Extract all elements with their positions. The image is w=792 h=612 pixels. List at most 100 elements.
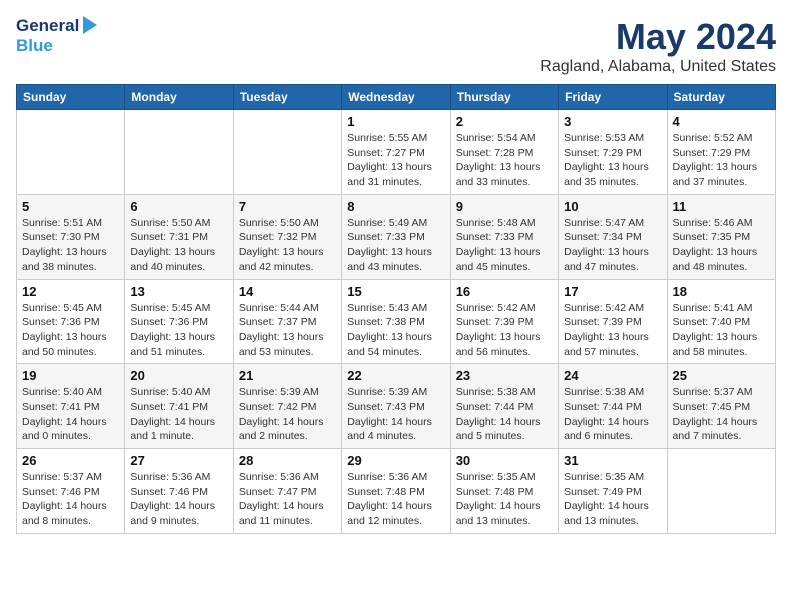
calendar-cell: 22 Sunrise: 5:39 AM Sunset: 7:43 PM Dayli… [342,364,450,449]
day-number: 3 [564,114,661,129]
logo-arrow-icon [83,16,97,34]
calendar-cell [233,110,341,195]
calendar-cell: 4 Sunrise: 5:52 AM Sunset: 7:29 PM Daylig… [667,110,775,195]
calendar-cell: 31Sunrise: 5:35 AM Sunset: 7:49 PM Dayli… [559,449,667,534]
logo-blue-text: Blue [16,36,53,56]
day-info: Sunrise: 5:49 AM Sunset: 7:33 PM Dayligh… [347,216,444,275]
day-info: Sunrise: 5:40 AM Sunset: 7:41 PM Dayligh… [22,385,119,444]
calendar-cell: 11Sunrise: 5:46 AM Sunset: 7:35 PM Dayli… [667,194,775,279]
page-title: May 2024 [540,16,776,58]
day-number: 5 [22,199,119,214]
day-info: Sunrise: 5:52 AM Sunset: 7:29 PM Dayligh… [673,131,770,190]
calendar-cell: 13Sunrise: 5:45 AM Sunset: 7:36 PM Dayli… [125,279,233,364]
day-info: Sunrise: 5:37 AM Sunset: 7:45 PM Dayligh… [673,385,770,444]
day-info: Sunrise: 5:47 AM Sunset: 7:34 PM Dayligh… [564,216,661,275]
day-info: Sunrise: 5:42 AM Sunset: 7:39 PM Dayligh… [456,301,553,360]
day-info: Sunrise: 5:45 AM Sunset: 7:36 PM Dayligh… [22,301,119,360]
day-number: 11 [673,199,770,214]
day-info: Sunrise: 5:38 AM Sunset: 7:44 PM Dayligh… [456,385,553,444]
day-info: Sunrise: 5:50 AM Sunset: 7:32 PM Dayligh… [239,216,336,275]
day-number: 28 [239,453,336,468]
day-number: 22 [347,368,444,383]
calendar-cell: 9Sunrise: 5:48 AM Sunset: 7:33 PM Daylig… [450,194,558,279]
day-number: 23 [456,368,553,383]
day-number: 6 [130,199,227,214]
calendar-header-saturday: Saturday [667,85,775,110]
day-number: 30 [456,453,553,468]
day-number: 10 [564,199,661,214]
calendar-cell: 2 Sunrise: 5:54 AM Sunset: 7:28 PM Daylig… [450,110,558,195]
calendar-week-row: 1 Sunrise: 5:55 AM Sunset: 7:27 PM Daylig… [17,110,776,195]
page-subtitle: Ragland, Alabama, United States [540,58,776,76]
calendar-cell: 7Sunrise: 5:50 AM Sunset: 7:32 PM Daylig… [233,194,341,279]
calendar-cell: 16 Sunrise: 5:42 AM Sunset: 7:39 PM Dayli… [450,279,558,364]
calendar-cell: 1 Sunrise: 5:55 AM Sunset: 7:27 PM Daylig… [342,110,450,195]
calendar-cell: 18Sunrise: 5:41 AM Sunset: 7:40 PM Dayli… [667,279,775,364]
calendar-cell: 5Sunrise: 5:51 AM Sunset: 7:30 PM Daylig… [17,194,125,279]
day-number: 14 [239,284,336,299]
title-block: May 2024 Ragland, Alabama, United States [540,16,776,76]
calendar-cell: 19 Sunrise: 5:40 AM Sunset: 7:41 PM Dayli… [17,364,125,449]
day-number: 1 [347,114,444,129]
day-number: 12 [22,284,119,299]
day-info: Sunrise: 5:55 AM Sunset: 7:27 PM Dayligh… [347,131,444,190]
day-info: Sunrise: 5:37 AM Sunset: 7:46 PM Dayligh… [22,470,119,529]
day-info: Sunrise: 5:50 AM Sunset: 7:31 PM Dayligh… [130,216,227,275]
day-number: 18 [673,284,770,299]
logo: General Blue [16,16,97,56]
calendar-cell: 6 Sunrise: 5:50 AM Sunset: 7:31 PM Daylig… [125,194,233,279]
calendar-table: SundayMondayTuesdayWednesdayThursdayFrid… [16,84,776,534]
day-info: Sunrise: 5:44 AM Sunset: 7:37 PM Dayligh… [239,301,336,360]
day-info: Sunrise: 5:35 AM Sunset: 7:48 PM Dayligh… [456,470,553,529]
calendar-week-row: 5Sunrise: 5:51 AM Sunset: 7:30 PM Daylig… [17,194,776,279]
day-info: Sunrise: 5:48 AM Sunset: 7:33 PM Dayligh… [456,216,553,275]
calendar-week-row: 12 Sunrise: 5:45 AM Sunset: 7:36 PM Dayli… [17,279,776,364]
calendar-cell: 3 Sunrise: 5:53 AM Sunset: 7:29 PM Daylig… [559,110,667,195]
day-number: 26 [22,453,119,468]
calendar-header-wednesday: Wednesday [342,85,450,110]
calendar-cell: 15 Sunrise: 5:43 AM Sunset: 7:38 PM Dayli… [342,279,450,364]
day-info: Sunrise: 5:36 AM Sunset: 7:47 PM Dayligh… [239,470,336,529]
calendar-cell: 17Sunrise: 5:42 AM Sunset: 7:39 PM Dayli… [559,279,667,364]
day-number: 21 [239,368,336,383]
calendar-header-thursday: Thursday [450,85,558,110]
day-info: Sunrise: 5:43 AM Sunset: 7:38 PM Dayligh… [347,301,444,360]
day-number: 4 [673,114,770,129]
calendar-header-sunday: Sunday [17,85,125,110]
calendar-cell: 27Sunrise: 5:36 AM Sunset: 7:46 PM Dayli… [125,449,233,534]
day-info: Sunrise: 5:53 AM Sunset: 7:29 PM Dayligh… [564,131,661,190]
day-number: 29 [347,453,444,468]
day-info: Sunrise: 5:36 AM Sunset: 7:46 PM Dayligh… [130,470,227,529]
calendar-cell: 23 Sunrise: 5:38 AM Sunset: 7:44 PM Dayli… [450,364,558,449]
calendar-header-row: SundayMondayTuesdayWednesdayThursdayFrid… [17,85,776,110]
day-info: Sunrise: 5:38 AM Sunset: 7:44 PM Dayligh… [564,385,661,444]
calendar-header-monday: Monday [125,85,233,110]
day-number: 15 [347,284,444,299]
day-info: Sunrise: 5:54 AM Sunset: 7:28 PM Dayligh… [456,131,553,190]
calendar-cell: 14 Sunrise: 5:44 AM Sunset: 7:37 PM Dayli… [233,279,341,364]
day-number: 8 [347,199,444,214]
calendar-cell: 28 Sunrise: 5:36 AM Sunset: 7:47 PM Dayli… [233,449,341,534]
day-info: Sunrise: 5:39 AM Sunset: 7:43 PM Dayligh… [347,385,444,444]
day-info: Sunrise: 5:39 AM Sunset: 7:42 PM Dayligh… [239,385,336,444]
calendar-cell: 24 Sunrise: 5:38 AM Sunset: 7:44 PM Dayli… [559,364,667,449]
day-info: Sunrise: 5:36 AM Sunset: 7:48 PM Dayligh… [347,470,444,529]
day-info: Sunrise: 5:42 AM Sunset: 7:39 PM Dayligh… [564,301,661,360]
calendar-cell: 12 Sunrise: 5:45 AM Sunset: 7:36 PM Dayli… [17,279,125,364]
day-number: 2 [456,114,553,129]
day-info: Sunrise: 5:40 AM Sunset: 7:41 PM Dayligh… [130,385,227,444]
day-number: 20 [130,368,227,383]
calendar-week-row: 19 Sunrise: 5:40 AM Sunset: 7:41 PM Dayli… [17,364,776,449]
calendar-cell: 30 Sunrise: 5:35 AM Sunset: 7:48 PM Dayli… [450,449,558,534]
day-number: 13 [130,284,227,299]
logo-general-text: General [16,16,79,36]
day-number: 19 [22,368,119,383]
day-number: 24 [564,368,661,383]
calendar-cell: 20 Sunrise: 5:40 AM Sunset: 7:41 PM Dayli… [125,364,233,449]
calendar-week-row: 26 Sunrise: 5:37 AM Sunset: 7:46 PM Dayli… [17,449,776,534]
day-info: Sunrise: 5:35 AM Sunset: 7:49 PM Dayligh… [564,470,661,529]
page-header: General Blue May 2024 Ragland, Alabama, … [16,16,776,76]
day-number: 16 [456,284,553,299]
calendar-cell [17,110,125,195]
calendar-cell: 29 Sunrise: 5:36 AM Sunset: 7:48 PM Dayli… [342,449,450,534]
